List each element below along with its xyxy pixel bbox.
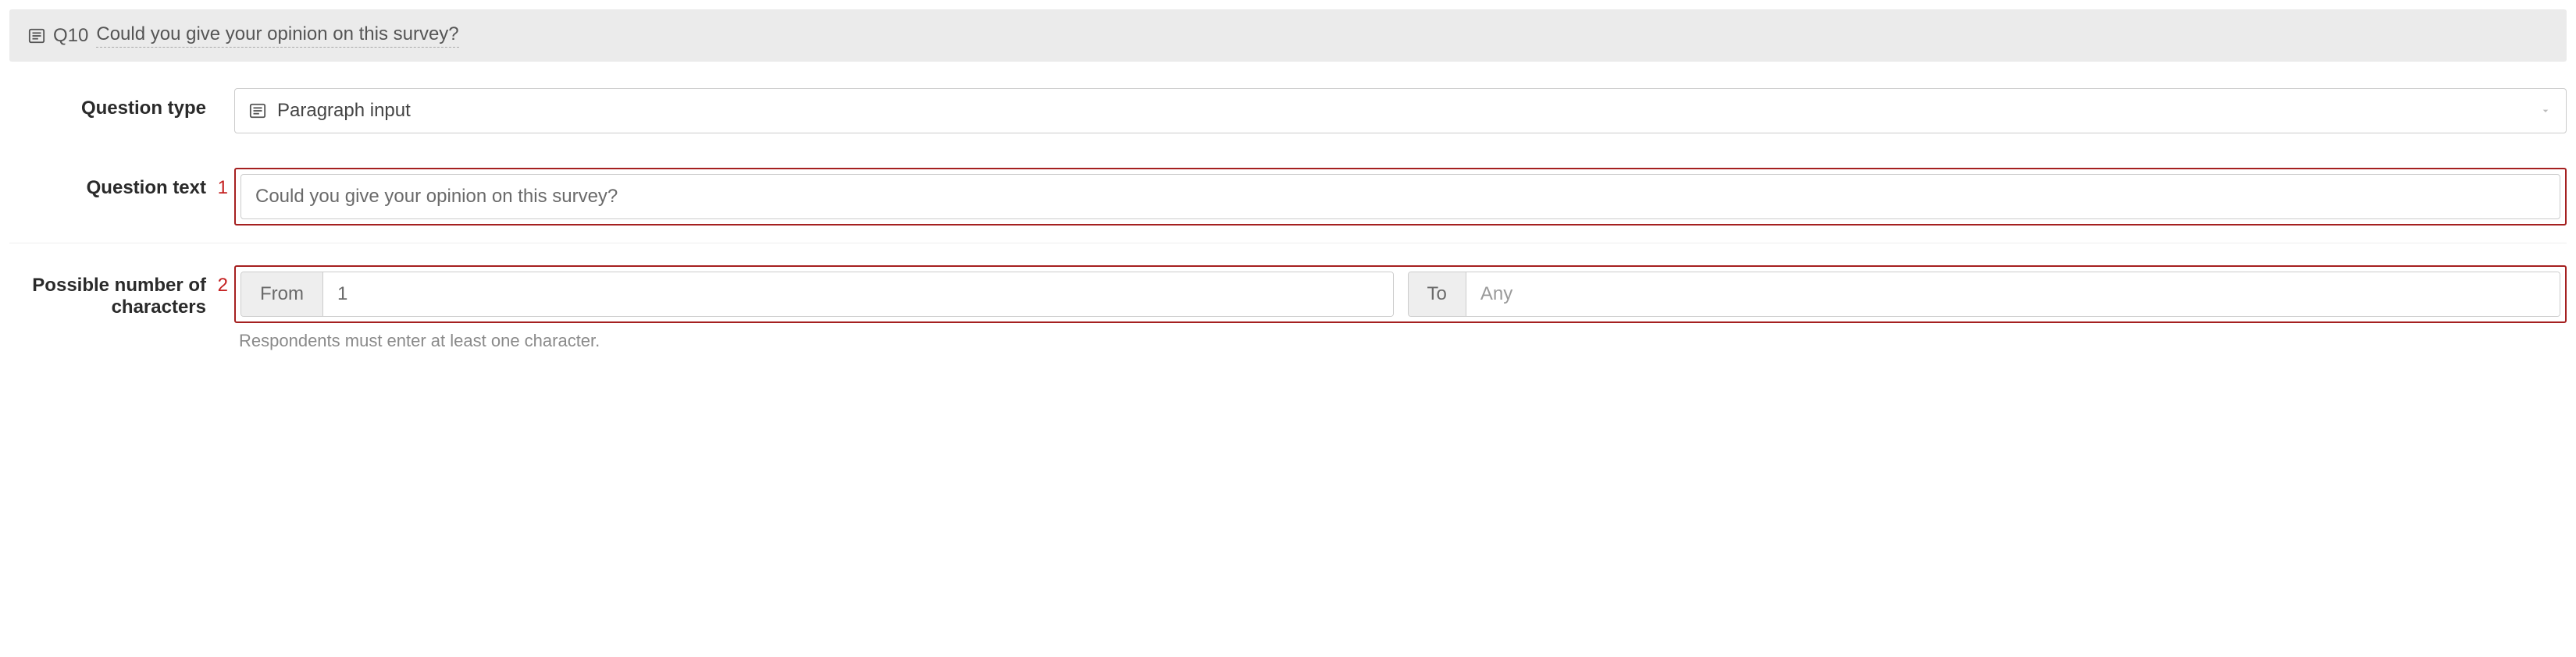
question-type-value: Paragraph input [277,100,2539,122]
question-type-select[interactable]: Paragraph input [234,88,2567,133]
paragraph-icon [249,102,266,119]
row-question-text: Question text 1 [9,151,2567,243]
label-question-text: Question text [87,177,206,198]
char-from-input[interactable] [323,272,1393,316]
from-segment: From [240,272,1394,317]
char-to-input[interactable] [1466,272,2560,316]
label-possible-chars: Possible number of characters [32,275,206,318]
callout-marker-2: 2 [218,275,228,296]
row-char-limits: Possible number of characters 2 From To [9,243,2567,368]
chevron-down-icon [2539,105,2552,117]
to-addon: To [1409,272,1466,316]
from-addon: From [241,272,323,316]
question-text-input[interactable] [240,174,2560,219]
question-id: Q10 [53,25,88,47]
to-segment: To [1408,272,2561,317]
row-question-type: Question type Paragraph input [9,71,2567,151]
highlight-char-limits: From To [234,265,2567,323]
question-header[interactable]: Q10 Could you give your opinion on this … [9,9,2567,62]
callout-marker-1: 1 [218,177,228,198]
paragraph-icon [28,27,45,44]
label-question-type: Question type [81,98,206,119]
char-help-text: Respondents must enter at least one char… [239,331,2567,351]
question-preview-text: Could you give your opinion on this surv… [96,23,458,48]
highlight-question-text [234,168,2567,226]
marker-placeholder [212,88,234,98]
